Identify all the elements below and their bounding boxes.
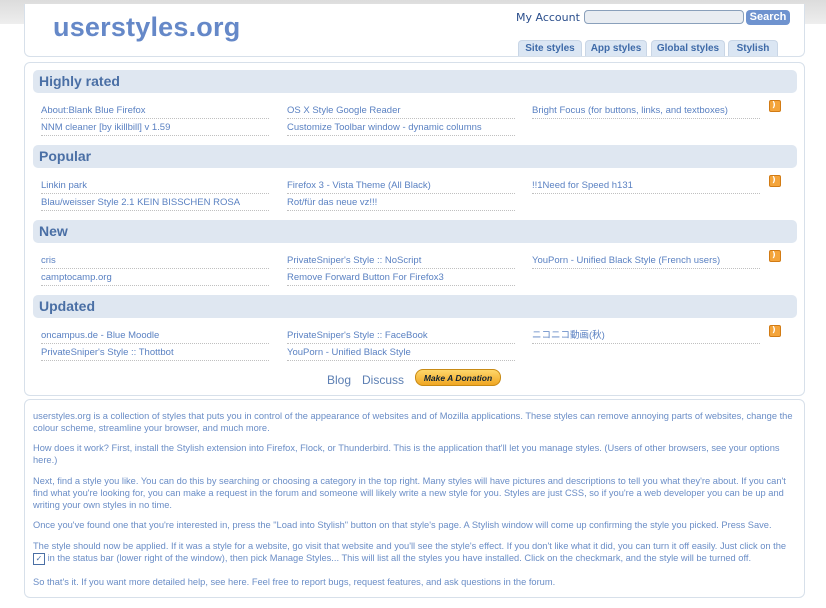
- style-link[interactable]: Customize Toolbar window - dynamic colum…: [287, 120, 515, 136]
- style-link[interactable]: YouPorn - Unified Black Style (French us…: [532, 253, 760, 269]
- tab-global-styles[interactable]: Global styles: [651, 40, 725, 56]
- section-title-updated: Updated: [33, 295, 797, 318]
- section-title-popular: Popular: [33, 145, 797, 168]
- tab-app-styles[interactable]: App styles: [585, 40, 647, 56]
- style-link[interactable]: oncampus.de - Blue Moodle: [41, 328, 269, 344]
- style-link[interactable]: camptocamp.org: [41, 270, 269, 286]
- style-link[interactable]: Remove Forward Button For Firefox3: [287, 270, 515, 286]
- search-input[interactable]: [584, 10, 744, 24]
- site-logo[interactable]: userstyles.org: [53, 12, 240, 43]
- style-link[interactable]: ニコニコ動画(秋): [532, 328, 760, 344]
- site-header: userstyles.org My Account Search Site st…: [24, 4, 805, 57]
- intro-text: The style should now be applied. If it w…: [33, 541, 787, 551]
- rss-feed-icon[interactable]: ): [769, 100, 781, 112]
- style-link[interactable]: Rot/für das neue vz!!!: [287, 195, 515, 211]
- stylish-status-icon: ✓: [33, 552, 45, 565]
- style-lists-panel: Highly rated About:Blank Blue Firefox OS…: [24, 62, 805, 396]
- section-title-highly-rated: Highly rated: [33, 70, 797, 93]
- intro-paragraph: So that's it. If you want more detailed …: [33, 577, 556, 587]
- style-link[interactable]: PrivateSniper's Style :: NoScript: [287, 253, 515, 269]
- blog-link[interactable]: Blog: [327, 373, 351, 387]
- intro-panel: userstyles.org is a collection of styles…: [24, 399, 805, 598]
- my-account-link[interactable]: My Account: [516, 11, 580, 24]
- style-link[interactable]: OS X Style Google Reader: [287, 103, 515, 119]
- style-link[interactable]: Linkin park: [41, 178, 269, 194]
- section-title-new: New: [33, 220, 797, 243]
- style-link[interactable]: cris: [41, 253, 269, 269]
- intro-text: in the status bar (lower right of the wi…: [47, 553, 752, 563]
- style-link[interactable]: Firefox 3 - Vista Theme (All Black): [287, 178, 515, 194]
- donate-button[interactable]: Make A Donation: [415, 369, 501, 386]
- tab-site-styles[interactable]: Site styles: [518, 40, 582, 56]
- intro-paragraph: Once you've found one that you're intere…: [33, 520, 772, 530]
- rss-feed-icon[interactable]: ): [769, 175, 781, 187]
- discuss-link[interactable]: Discuss: [362, 373, 404, 387]
- intro-paragraph: userstyles.org is a collection of styles…: [33, 411, 793, 433]
- intro-paragraph: How does it work? First, install the Sty…: [33, 443, 780, 465]
- style-link[interactable]: PrivateSniper's Style :: FaceBook: [287, 328, 515, 344]
- style-link[interactable]: YouPorn - Unified Black Style: [287, 345, 515, 361]
- rss-feed-icon[interactable]: ): [769, 250, 781, 262]
- style-link[interactable]: PrivateSniper's Style :: Thottbot: [41, 345, 269, 361]
- tab-stylish[interactable]: Stylish: [728, 40, 778, 56]
- rss-feed-icon[interactable]: ): [769, 325, 781, 337]
- style-link[interactable]: Blau/weisser Style 2.1 KEIN BISSCHEN ROS…: [41, 195, 269, 211]
- search-button[interactable]: Search: [746, 10, 790, 25]
- style-link[interactable]: !!1Need for Speed h131: [532, 178, 760, 194]
- intro-paragraph: Next, find a style you like. You can do …: [33, 476, 786, 510]
- style-link[interactable]: NNM cleaner [by ikillbill] v 1.59: [41, 120, 269, 136]
- intro-paragraph: The style should now be applied. If it w…: [33, 540, 797, 565]
- style-link[interactable]: Bright Focus (for buttons, links, and te…: [532, 103, 760, 119]
- style-link[interactable]: About:Blank Blue Firefox: [41, 103, 269, 119]
